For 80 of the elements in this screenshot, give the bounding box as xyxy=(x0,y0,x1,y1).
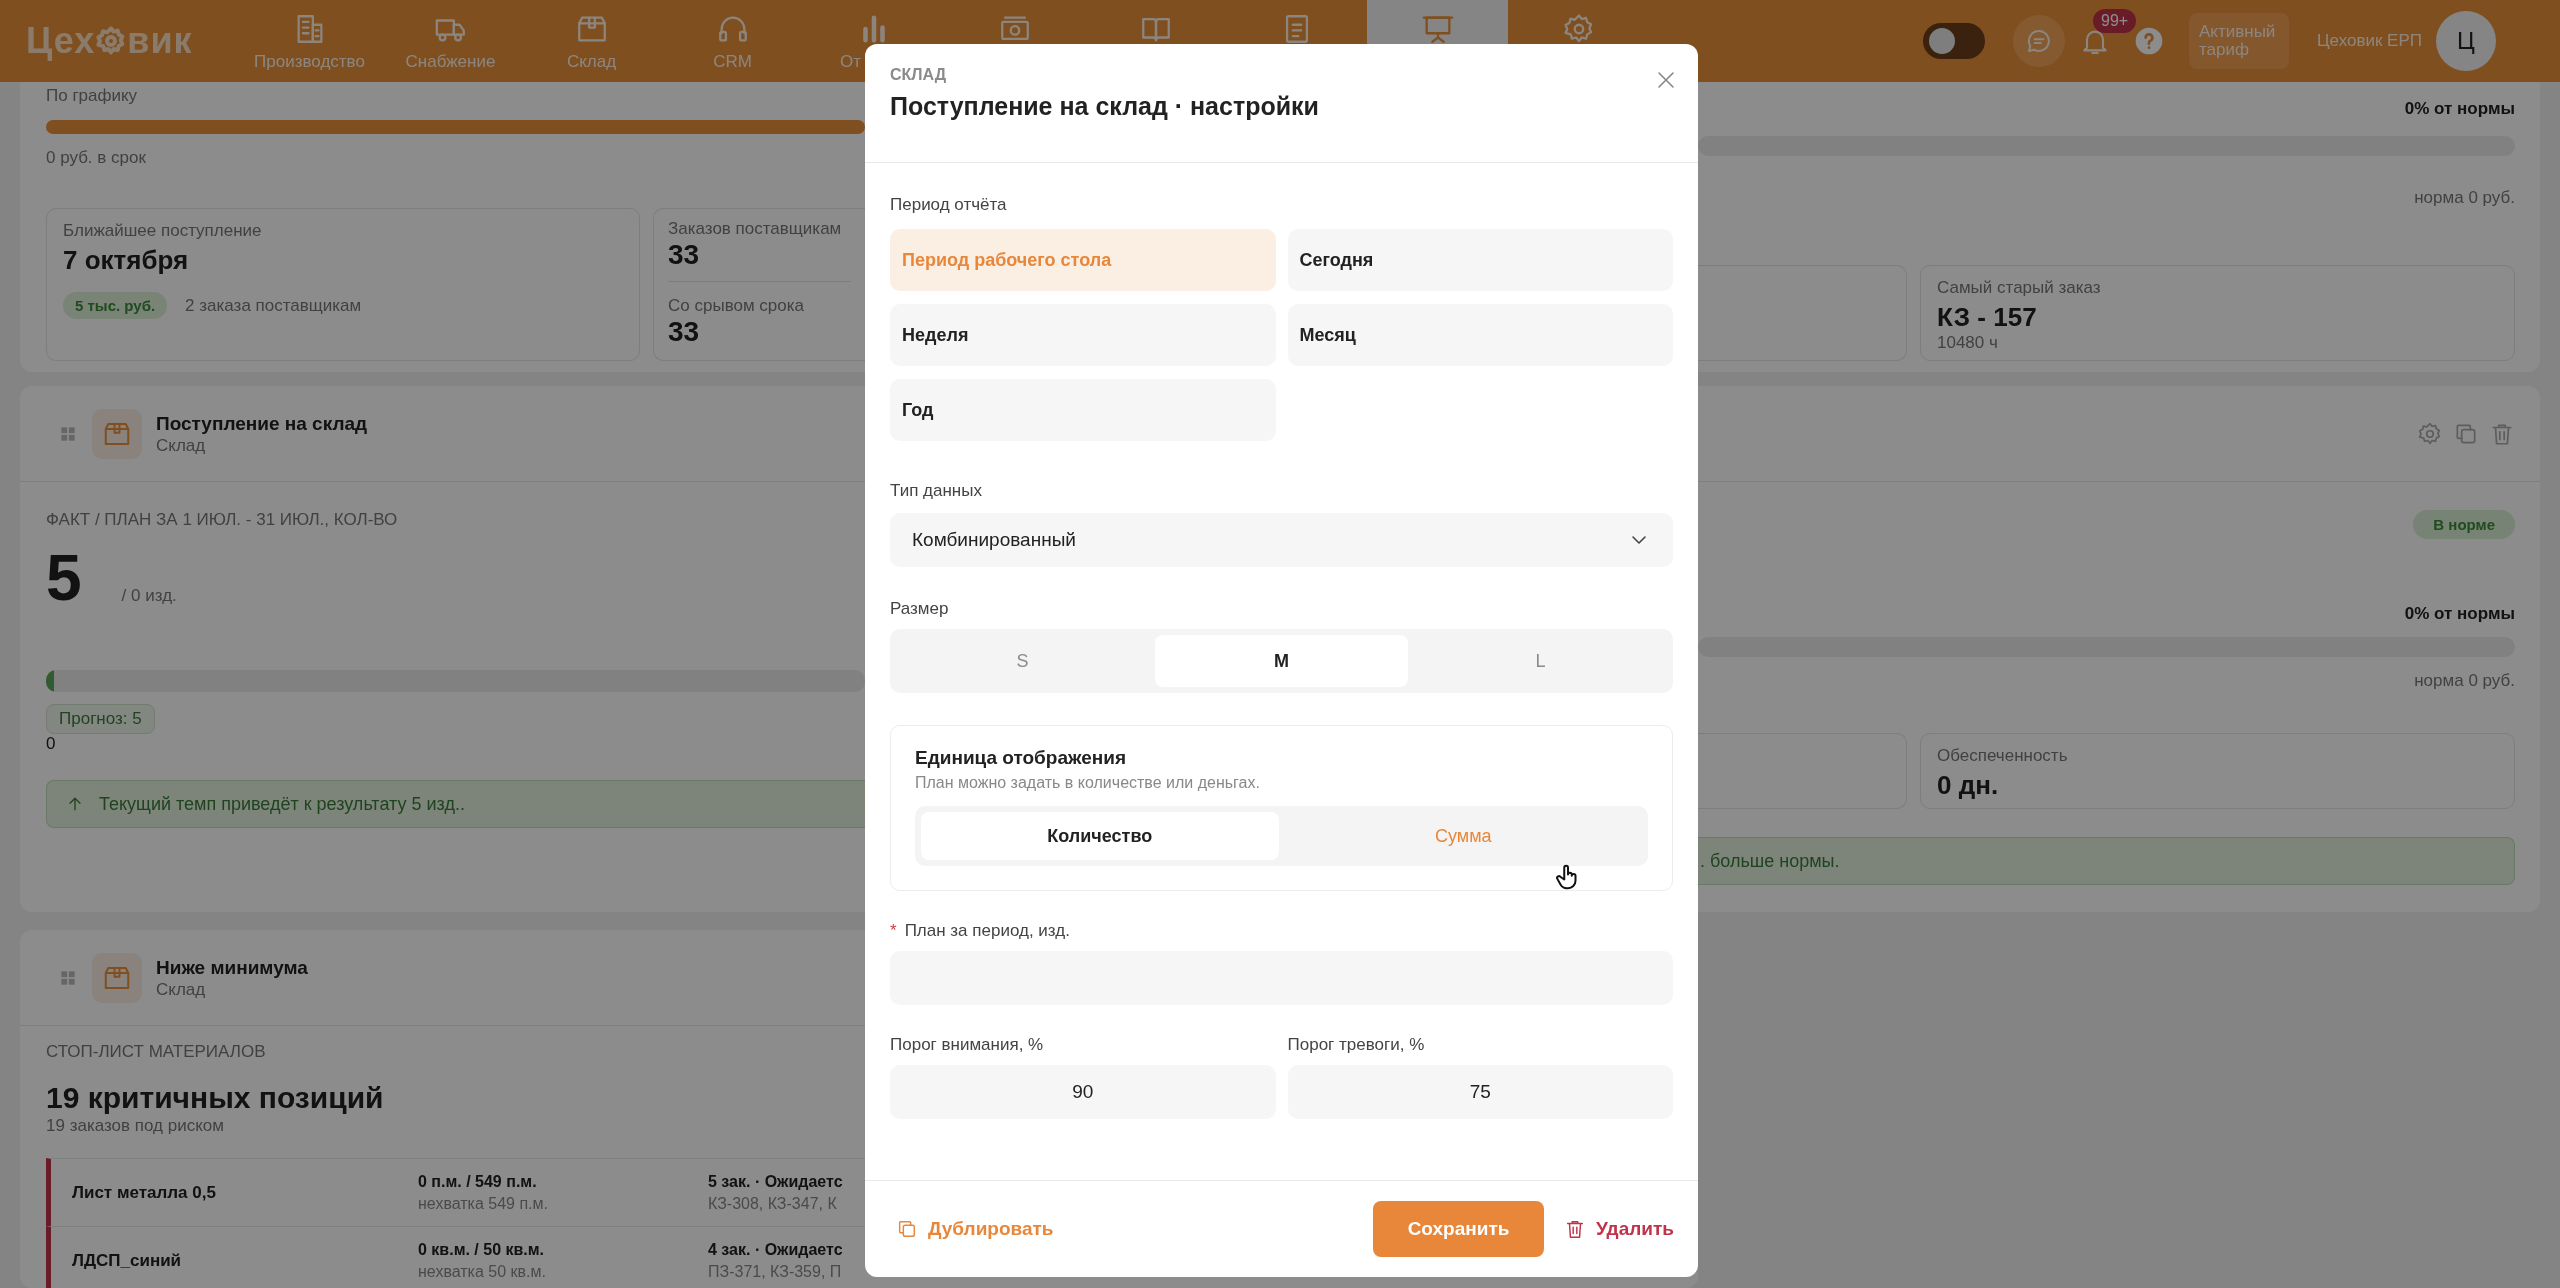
trash-icon xyxy=(1564,1218,1586,1240)
dialog-eyebrow: СКЛАД xyxy=(890,66,947,84)
card-note: 10480 ч xyxy=(1937,333,1999,353)
shortage-text: нехватка 549 п.м. xyxy=(418,1194,549,1213)
field-label: План за период, изд. xyxy=(904,921,1070,941)
period-option[interactable]: Месяц xyxy=(1287,304,1673,366)
scale-label: 0 xyxy=(46,734,57,754)
field-label: Период отчёта xyxy=(890,195,1008,215)
dialog-title: Поступление на склад · настройки xyxy=(890,92,1320,121)
avatar[interactable]: Ц xyxy=(2436,11,2496,71)
save-button[interactable]: Сохранить xyxy=(1373,1201,1544,1257)
size-option[interactable]: L xyxy=(1414,635,1667,687)
headline-caption: 19 заказов под риском xyxy=(46,1116,225,1136)
card-value: 33 xyxy=(668,239,701,271)
help-icon[interactable] xyxy=(2133,25,2165,57)
period-option[interactable]: Год xyxy=(890,379,1276,441)
norm-percent: 0% от нормы xyxy=(2403,603,2515,625)
threshold-input[interactable]: 75 xyxy=(1287,1065,1673,1119)
order-ids-text: КЗ-308, КЗ-347, К xyxy=(708,1194,838,1213)
dropdown[interactable]: Комбинированный xyxy=(890,513,1673,567)
delete-link[interactable]: Удалить xyxy=(1558,1212,1680,1246)
field-label: Порог внимания, % xyxy=(890,1035,1045,1055)
forecast-badge: Прогноз: 5 xyxy=(46,704,155,734)
threshold-input[interactable]: 90 xyxy=(890,1065,1276,1119)
field-label: Тип данных xyxy=(890,481,983,501)
card-title: Со срывом срока xyxy=(668,296,805,316)
alert-text: . больше нормы. xyxy=(1700,850,1840,872)
card-title: Самый старый заказ xyxy=(1937,278,2102,298)
card-note: 2 заказа поставщикам xyxy=(185,295,362,316)
period-option[interactable]: Сегодня xyxy=(1287,229,1673,291)
norm-caption: норма 0 руб. xyxy=(2413,671,2515,691)
norm-percent: 0% от нормы xyxy=(2403,98,2515,120)
card-title: Ближайшее поступление xyxy=(63,221,263,241)
quantity-text: 0 кв.м. / 50 кв.м. xyxy=(418,1240,546,1259)
material-name: ЛДСП_синий xyxy=(71,1250,183,1271)
card-value: 0 дн. xyxy=(1937,770,2000,801)
progress-label: По графику xyxy=(46,86,139,106)
logo-text: Цех xyxy=(26,20,96,62)
required-mark: * xyxy=(890,921,897,941)
panel-hint: План можно задать в количестве или деньгах. xyxy=(915,774,1261,792)
widget-subtitle: Склад xyxy=(156,435,207,456)
plan-value: / 0 изд. xyxy=(121,586,177,606)
headline: 19 критичных позиций xyxy=(46,1080,385,1116)
progress-caption: 0 руб. в срок xyxy=(46,148,147,168)
material-name: Лист металла 0,5 xyxy=(71,1182,217,1203)
field-label: Размер xyxy=(890,599,950,619)
card-title: Заказов поставщикам xyxy=(668,219,843,239)
field-label: Порог тревоги, % xyxy=(1287,1035,1426,1055)
unit-option[interactable]: Количество xyxy=(921,812,1279,860)
copy-icon xyxy=(896,1218,918,1240)
widget-subtitle: Склад xyxy=(156,979,207,1000)
metric-label: ФАКТ / ПЛАН ЗА 1 ИЮЛ. - 31 ИЮЛ., КОЛ-ВО xyxy=(46,510,399,530)
logo-text: вик xyxy=(127,20,193,62)
norm-caption: норма 0 руб. xyxy=(2413,188,2515,208)
company-name: Цеховик ЕРП xyxy=(2317,31,2422,51)
chat-button[interactable] xyxy=(2013,15,2065,67)
section-label: СТОП-ЛИСТ МАТЕРИАЛОВ xyxy=(46,1042,267,1062)
duplicate-link[interactable]: Дублировать xyxy=(890,1212,1060,1246)
status-badge: В норме xyxy=(2413,510,2515,539)
card-title: Обеспеченность xyxy=(1937,746,2069,766)
toggle-switch[interactable] xyxy=(1923,23,1985,59)
amount-badge: 5 тыс. руб. xyxy=(63,292,168,319)
widget-title: Ниже минимума xyxy=(156,955,308,980)
metric-value: 5 xyxy=(46,542,82,614)
card-value: 33 xyxy=(668,316,701,348)
settings-icon[interactable] xyxy=(2417,420,2443,447)
orders-text: 4 зак. · Ожидаетс xyxy=(708,1240,844,1259)
panel-title: Единица отображения xyxy=(915,746,1128,770)
quantity-text: 0 п.м. / 549 п.м. xyxy=(418,1172,538,1191)
order-ids-text: ПЗ-371, КЗ-359, П xyxy=(708,1262,843,1281)
card-value: 7 октября xyxy=(63,245,190,276)
shortage-text: нехватка 50 кв.м. xyxy=(418,1262,547,1281)
widget-title: Поступление на склад xyxy=(156,411,368,436)
alert-text: Текущий темп приведёт к результату 5 изд.. xyxy=(99,793,465,815)
notification-badge: 99+ xyxy=(2093,9,2137,33)
card-value: КЗ - 157 xyxy=(1937,302,2038,333)
period-option[interactable]: Неделя xyxy=(890,304,1276,366)
size-option[interactable]: M xyxy=(1155,635,1408,687)
size-option[interactable]: S xyxy=(896,635,1149,687)
orders-text: 5 зак. · Ожидаетс xyxy=(708,1172,844,1191)
